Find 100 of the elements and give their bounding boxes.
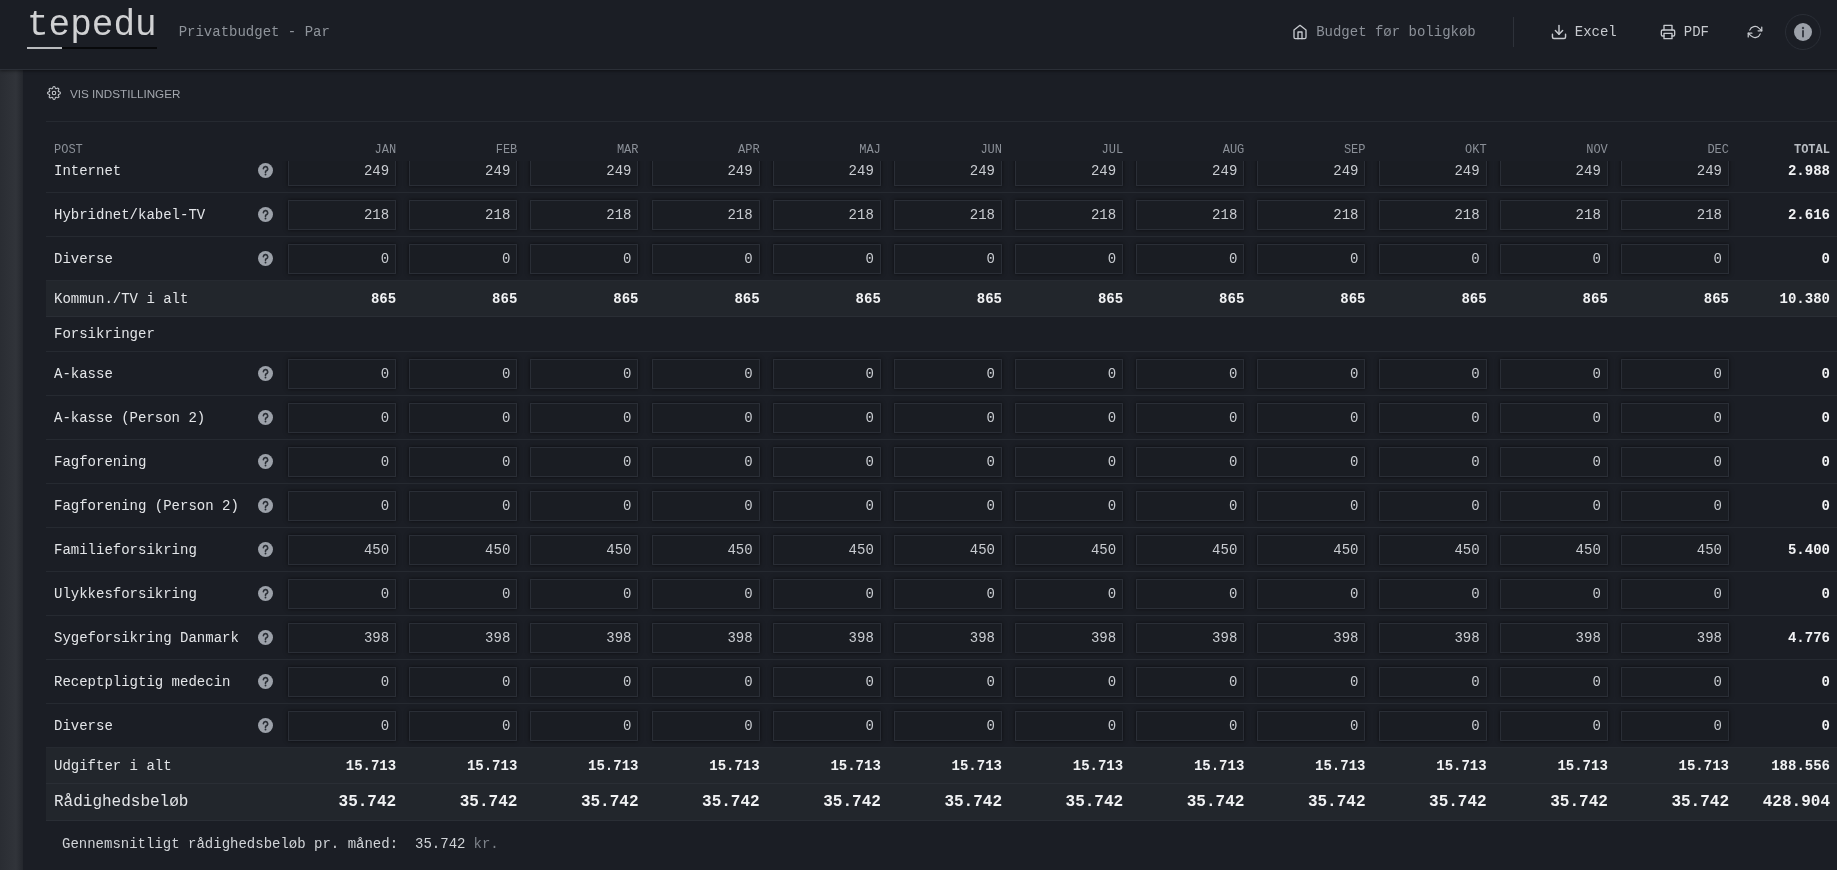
amount-field[interactable]: 218	[530, 199, 639, 230]
amount-field[interactable]: 0	[409, 710, 518, 741]
amount-field[interactable]: 0	[1499, 446, 1608, 477]
amount-field[interactable]: 0	[1257, 666, 1366, 697]
help-icon[interactable]	[258, 718, 273, 733]
amount-field[interactable]: 249	[530, 161, 639, 186]
amount-field[interactable]: 0	[1378, 358, 1487, 389]
amount-field[interactable]: 218	[894, 199, 1002, 230]
amount-field[interactable]: 0	[894, 446, 1002, 477]
amount-field[interactable]: 0	[1378, 402, 1487, 433]
amount-field[interactable]: 0	[1257, 402, 1366, 433]
amount-field[interactable]: 398	[1499, 622, 1608, 653]
amount-field[interactable]: 0	[1257, 578, 1366, 609]
amount-field[interactable]: 218	[288, 199, 397, 230]
amount-field[interactable]: 0	[1499, 666, 1608, 697]
amount-field[interactable]: 0	[894, 710, 1002, 741]
amount-field[interactable]: 398	[1257, 622, 1366, 653]
amount-field[interactable]: 218	[409, 199, 518, 230]
amount-field[interactable]: 0	[1136, 578, 1245, 609]
amount-field[interactable]: 398	[530, 622, 639, 653]
amount-field[interactable]: 0	[1621, 243, 1729, 274]
amount-field[interactable]: 0	[1621, 446, 1729, 477]
amount-field[interactable]: 0	[288, 490, 397, 521]
print-button[interactable]: PDF	[1651, 19, 1717, 44]
amount-field[interactable]: 450	[1015, 534, 1124, 565]
amount-field[interactable]: 398	[1136, 622, 1245, 653]
amount-field[interactable]: 450	[1257, 534, 1366, 565]
amount-field[interactable]: 249	[1499, 161, 1608, 186]
amount-field[interactable]: 450	[772, 534, 881, 565]
amount-field[interactable]: 0	[288, 710, 397, 741]
amount-field[interactable]: 450	[1136, 534, 1245, 565]
amount-field[interactable]: 0	[1621, 666, 1729, 697]
amount-field[interactable]: 0	[1378, 666, 1487, 697]
settings-toggle[interactable]: VIS INDSTILLINGER	[46, 83, 182, 103]
amount-field[interactable]: 0	[1621, 490, 1729, 521]
amount-field[interactable]: 0	[1136, 402, 1245, 433]
amount-field[interactable]: 450	[409, 534, 518, 565]
amount-field[interactable]: 0	[894, 666, 1002, 697]
amount-field[interactable]: 0	[530, 710, 639, 741]
amount-field[interactable]: 218	[1136, 199, 1245, 230]
amount-field[interactable]: 0	[409, 402, 518, 433]
amount-field[interactable]: 0	[530, 666, 639, 697]
amount-field[interactable]: 249	[1621, 161, 1729, 186]
amount-field[interactable]: 398	[409, 622, 518, 653]
amount-field[interactable]: 249	[651, 161, 760, 186]
amount-field[interactable]: 249	[409, 161, 518, 186]
amount-field[interactable]: 0	[1499, 490, 1608, 521]
amount-field[interactable]: 0	[1499, 578, 1608, 609]
amount-field[interactable]: 218	[1378, 199, 1487, 230]
amount-field[interactable]: 218	[1621, 199, 1729, 230]
amount-field[interactable]: 0	[772, 446, 881, 477]
amount-field[interactable]: 398	[1378, 622, 1487, 653]
amount-field[interactable]: 0	[1499, 358, 1608, 389]
amount-field[interactable]: 249	[1015, 161, 1124, 186]
amount-field[interactable]: 0	[409, 243, 518, 274]
amount-field[interactable]: 249	[1136, 161, 1245, 186]
amount-field[interactable]: 249	[894, 161, 1002, 186]
amount-field[interactable]: 0	[651, 243, 760, 274]
amount-field[interactable]: 0	[651, 578, 760, 609]
amount-field[interactable]: 0	[530, 578, 639, 609]
amount-field[interactable]: 450	[1499, 534, 1608, 565]
amount-field[interactable]: 450	[1378, 534, 1487, 565]
amount-field[interactable]: 0	[288, 446, 397, 477]
amount-field[interactable]: 0	[288, 358, 397, 389]
amount-field[interactable]: 0	[1015, 358, 1124, 389]
amount-field[interactable]: 0	[409, 578, 518, 609]
amount-field[interactable]: 0	[1378, 490, 1487, 521]
amount-field[interactable]: 0	[1378, 578, 1487, 609]
help-icon[interactable]	[258, 410, 273, 425]
amount-field[interactable]: 0	[1136, 666, 1245, 697]
amount-field[interactable]: 0	[772, 490, 881, 521]
amount-field[interactable]: 0	[1015, 490, 1124, 521]
amount-field[interactable]: 0	[530, 402, 639, 433]
help-icon[interactable]	[258, 542, 273, 557]
amount-field[interactable]: 249	[1257, 161, 1366, 186]
amount-field[interactable]: 0	[288, 402, 397, 433]
amount-field[interactable]: 0	[530, 243, 639, 274]
amount-field[interactable]: 218	[1015, 199, 1124, 230]
amount-field[interactable]: 450	[651, 534, 760, 565]
amount-field[interactable]: 0	[530, 446, 639, 477]
help-icon[interactable]	[258, 251, 273, 266]
amount-field[interactable]: 0	[1378, 446, 1487, 477]
amount-field[interactable]: 218	[772, 199, 881, 230]
amount-field[interactable]: 0	[651, 358, 760, 389]
amount-field[interactable]: 398	[1621, 622, 1729, 653]
amount-field[interactable]: 0	[1136, 358, 1245, 389]
amount-field[interactable]: 0	[1257, 243, 1366, 274]
help-icon[interactable]	[258, 498, 273, 513]
amount-field[interactable]: 0	[1015, 710, 1124, 741]
help-icon[interactable]	[258, 586, 273, 601]
amount-field[interactable]: 0	[651, 710, 760, 741]
amount-field[interactable]: 0	[1378, 710, 1487, 741]
amount-field[interactable]: 218	[651, 199, 760, 230]
amount-field[interactable]: 0	[1015, 666, 1124, 697]
amount-field[interactable]: 0	[1621, 402, 1729, 433]
amount-field[interactable]: 0	[1499, 402, 1608, 433]
amount-field[interactable]: 0	[409, 490, 518, 521]
amount-field[interactable]: 0	[772, 243, 881, 274]
amount-field[interactable]: 249	[1378, 161, 1487, 186]
help-icon[interactable]	[258, 207, 273, 222]
